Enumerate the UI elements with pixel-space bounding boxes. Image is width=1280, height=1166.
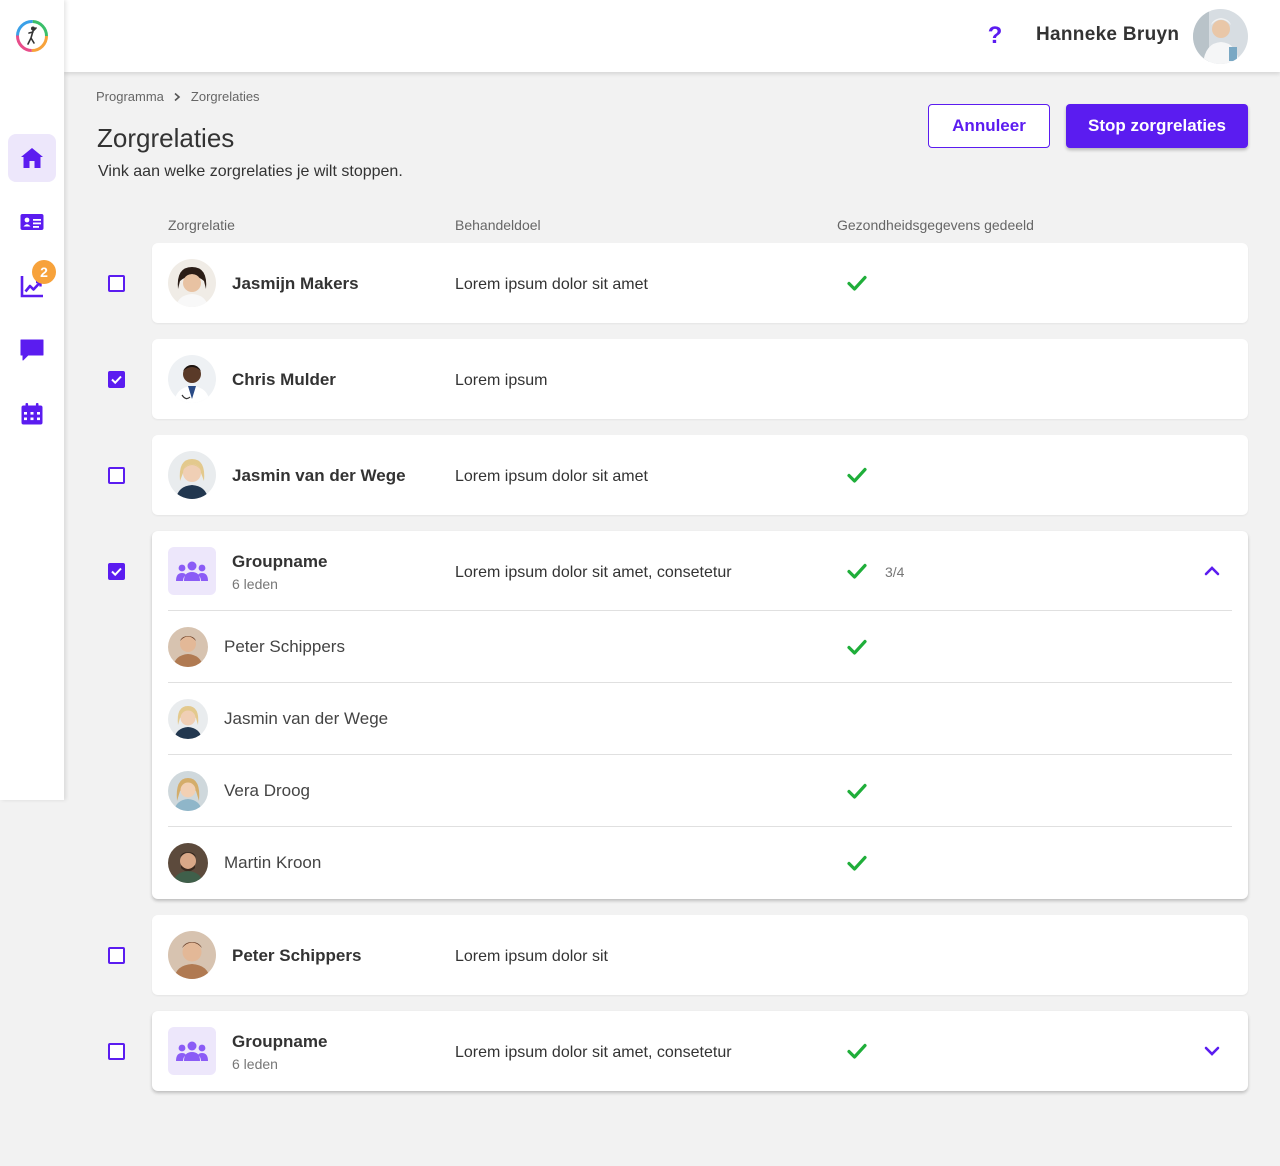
chevron-up-icon[interactable] bbox=[1201, 560, 1223, 582]
nav-messages[interactable] bbox=[8, 326, 56, 374]
calendar-icon bbox=[21, 403, 43, 425]
breadcrumb: Programma Zorgrelaties bbox=[96, 89, 260, 104]
member-avatar bbox=[168, 843, 208, 883]
column-header-shared: Gezondheidsgegevens gedeeld bbox=[837, 217, 1034, 233]
nav-profile[interactable] bbox=[8, 198, 56, 246]
chat-icon bbox=[20, 339, 44, 361]
column-header-goal: Behandeldoel bbox=[455, 217, 541, 233]
avatar bbox=[168, 259, 216, 307]
row-checkbox[interactable] bbox=[108, 563, 125, 580]
avatar bbox=[168, 931, 216, 979]
row-checkbox[interactable] bbox=[108, 275, 125, 292]
relation-name: Jasmin van der Wege bbox=[232, 466, 406, 485]
nav-home[interactable] bbox=[8, 134, 56, 182]
check-icon bbox=[846, 1040, 868, 1062]
nav-calendar[interactable] bbox=[8, 390, 56, 438]
group-icon bbox=[168, 547, 216, 595]
treatment-goal: Lorem ipsum dolor sit bbox=[455, 948, 608, 965]
relation-row[interactable]: Jasmin van der Wege Lorem ipsum dolor si… bbox=[152, 435, 1248, 515]
chevron-right-icon bbox=[172, 92, 182, 102]
avatar bbox=[168, 355, 216, 403]
page-title: Zorgrelaties bbox=[97, 123, 235, 153]
treatment-goal: Lorem ipsum dolor sit amet, consetetur bbox=[455, 564, 732, 581]
group-name: Groupname bbox=[232, 1032, 328, 1051]
treatment-goal: Lorem ipsum dolor sit amet bbox=[455, 468, 648, 485]
stop-relations-button[interactable]: Stop zorgrelaties bbox=[1066, 104, 1248, 148]
id-card-icon bbox=[20, 214, 44, 230]
check-icon bbox=[846, 464, 868, 486]
group-row[interactable]: Groupname 6 leden Lorem ipsum dolor sit … bbox=[152, 1011, 1248, 1091]
page-subtitle: Vink aan welke zorgrelaties je wilt stop… bbox=[98, 163, 403, 180]
checkmark-icon bbox=[111, 375, 122, 385]
divider bbox=[168, 826, 1232, 827]
relation-name: Chris Mulder bbox=[232, 370, 336, 389]
column-header-relation: Zorgrelatie bbox=[168, 217, 235, 233]
divider bbox=[168, 682, 1232, 683]
row-checkbox[interactable] bbox=[108, 371, 125, 388]
home-icon bbox=[21, 148, 43, 168]
relation-name: Jasmijn Makers bbox=[232, 274, 359, 293]
check-icon bbox=[846, 272, 868, 294]
avatar bbox=[168, 451, 216, 499]
row-checkbox[interactable] bbox=[108, 1043, 125, 1060]
group-row[interactable]: Groupname 6 leden Lorem ipsum dolor sit … bbox=[152, 531, 1248, 899]
relation-row[interactable]: Chris Mulder Lorem ipsum bbox=[152, 339, 1248, 419]
app-logo[interactable] bbox=[15, 19, 49, 53]
treatment-goal: Lorem ipsum dolor sit amet bbox=[455, 276, 648, 293]
member-count: 6 leden bbox=[232, 576, 278, 592]
breadcrumb-programma[interactable]: Programma bbox=[96, 89, 164, 104]
member-name: Peter Schippers bbox=[224, 637, 345, 656]
member-avatar bbox=[168, 771, 208, 811]
checkmark-icon bbox=[111, 567, 122, 577]
member-name: Jasmin van der Wege bbox=[224, 709, 389, 728]
cancel-button[interactable]: Annuleer bbox=[928, 104, 1050, 148]
notification-badge: 2 bbox=[32, 260, 56, 284]
divider bbox=[168, 610, 1232, 611]
row-checkbox[interactable] bbox=[108, 947, 125, 964]
check-icon bbox=[846, 636, 868, 658]
help-icon[interactable]: ? bbox=[983, 20, 1007, 52]
member-name: Martin Kroon bbox=[224, 853, 322, 872]
nav-progress[interactable]: 2 bbox=[8, 260, 56, 310]
member-avatar bbox=[168, 627, 208, 667]
group-icon bbox=[168, 1027, 216, 1075]
shared-count: 3/4 bbox=[885, 564, 905, 580]
divider bbox=[168, 754, 1232, 755]
relation-name: Peter Schippers bbox=[232, 946, 362, 965]
group-name: Groupname bbox=[232, 552, 328, 571]
breadcrumb-zorgrelaties: Zorgrelaties bbox=[190, 89, 260, 104]
check-icon bbox=[846, 780, 868, 802]
member-count: 6 leden bbox=[232, 1056, 278, 1072]
check-icon bbox=[846, 852, 868, 874]
top-bar: ? Hanneke Bruyn bbox=[64, 0, 1280, 72]
user-name[interactable]: Hanneke Bruyn bbox=[1036, 24, 1179, 46]
chevron-down-icon[interactable] bbox=[1201, 1040, 1223, 1062]
treatment-goal: Lorem ipsum bbox=[455, 372, 548, 389]
relation-row[interactable]: Jasmijn Makers Lorem ipsum dolor sit ame… bbox=[152, 243, 1248, 323]
row-checkbox[interactable] bbox=[108, 467, 125, 484]
member-name: Vera Droog bbox=[224, 781, 310, 800]
user-avatar[interactable] bbox=[1193, 9, 1248, 64]
check-icon bbox=[846, 560, 868, 582]
treatment-goal: Lorem ipsum dolor sit amet, consetetur bbox=[455, 1044, 732, 1061]
member-avatar bbox=[168, 699, 208, 739]
relation-row[interactable]: Peter Schippers Lorem ipsum dolor sit bbox=[152, 915, 1248, 995]
sidebar: 2 bbox=[0, 0, 64, 800]
